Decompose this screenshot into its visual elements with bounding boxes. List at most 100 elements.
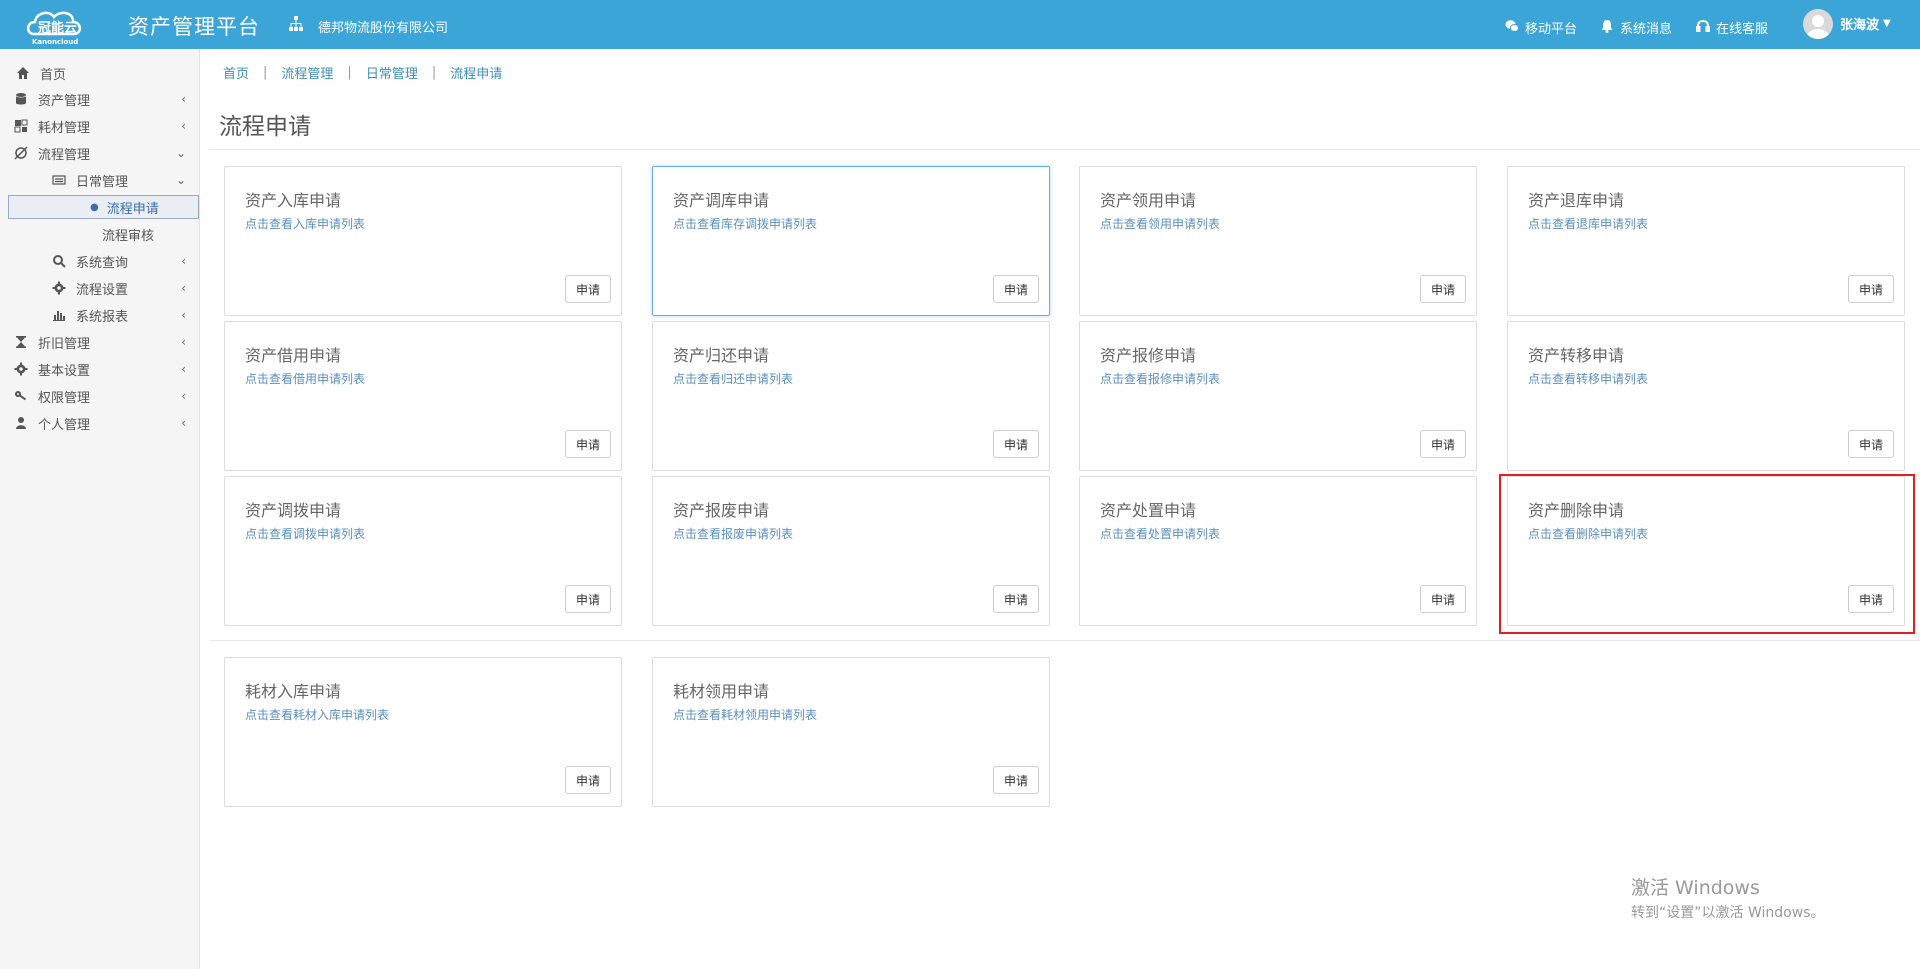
card-link[interactable]: 点击查看退库申请列表 bbox=[1528, 215, 1648, 232]
gear-icon bbox=[14, 362, 28, 376]
sidebar-item-process-management[interactable]: 流程管理 ⌄ bbox=[14, 141, 200, 165]
card-asset-return-to-stock[interactable]: 资产退库申请 点击查看退库申请列表 申请 bbox=[1507, 166, 1905, 316]
breadcrumb-process-application[interactable]: 流程申请 bbox=[450, 63, 502, 82]
card-consumable-requisition[interactable]: 耗材领用申请 点击查看耗材领用申请列表 申请 bbox=[652, 657, 1050, 807]
chevron-left-icon: ‹ bbox=[181, 254, 186, 268]
chevron-left-icon: ‹ bbox=[181, 362, 186, 376]
sidebar-item-process-settings[interactable]: 流程设置 ‹ bbox=[52, 276, 200, 300]
apply-button[interactable]: 申请 bbox=[993, 430, 1039, 458]
system-messages-label: 系统消息 bbox=[1620, 22, 1673, 37]
sidebar-item-system-reports[interactable]: 系统报表 ‹ bbox=[52, 303, 200, 327]
apply-button[interactable]: 申请 bbox=[565, 766, 611, 794]
card-consumable-inbound[interactable]: 耗材入库申请 点击查看耗材入库申请列表 申请 bbox=[224, 657, 622, 807]
card-asset-requisition[interactable]: 资产领用申请 点击查看领用申请列表 申请 bbox=[1079, 166, 1477, 316]
sidebar-item-daily-management[interactable]: 日常管理 ⌄ bbox=[52, 168, 200, 192]
apply-button[interactable]: 申请 bbox=[993, 275, 1039, 303]
card-asset-disposal[interactable]: 资产处置申请 点击查看处置申请列表 申请 bbox=[1079, 476, 1477, 626]
card-asset-return[interactable]: 资产归还申请 点击查看归还申请列表 申请 bbox=[652, 321, 1050, 471]
card-title: 资产转移申请 bbox=[1528, 346, 1625, 365]
sidebar-item-home[interactable]: 首页 bbox=[16, 61, 200, 85]
apply-button[interactable]: 申请 bbox=[565, 585, 611, 613]
top-header: 冠能云 Kanoncloud 资产管理平台 德邦物流股份有限公司 移动平台 系统… bbox=[0, 0, 1920, 49]
card-title: 资产报废申请 bbox=[673, 501, 770, 520]
card-link[interactable]: 点击查看耗材领用申请列表 bbox=[673, 706, 817, 723]
database-icon bbox=[14, 92, 28, 106]
chevron-left-icon: ‹ bbox=[181, 119, 186, 133]
sidebar-item-asset-management[interactable]: 资产管理 ‹ bbox=[14, 87, 200, 111]
card-title: 资产处置申请 bbox=[1100, 501, 1197, 520]
apply-button[interactable]: 申请 bbox=[1848, 430, 1894, 458]
card-link[interactable]: 点击查看归还申请列表 bbox=[673, 370, 793, 387]
card-link[interactable]: 点击查看报修申请列表 bbox=[1100, 370, 1220, 387]
card-link[interactable]: 点击查看调拨申请列表 bbox=[245, 525, 365, 542]
chevron-left-icon: ‹ bbox=[181, 308, 186, 322]
sidebar-item-basic-settings[interactable]: 基本设置 ‹ bbox=[14, 357, 200, 381]
card-title: 资产退库申请 bbox=[1528, 191, 1625, 210]
mobile-platform-label: 移动平台 bbox=[1525, 22, 1578, 37]
sidebar-item-process-review[interactable]: 流程审核 bbox=[102, 222, 200, 246]
card-link[interactable]: 点击查看处置申请列表 bbox=[1100, 525, 1220, 542]
sidebar-item-system-query[interactable]: 系统查询 ‹ bbox=[52, 249, 200, 273]
apply-button[interactable]: 申请 bbox=[1848, 275, 1894, 303]
sidebar-item-depreciation-management[interactable]: 折旧管理 ‹ bbox=[14, 330, 200, 354]
card-link[interactable]: 点击查看入库申请列表 bbox=[245, 215, 365, 232]
card-title: 资产入库申请 bbox=[245, 191, 342, 210]
app-title: 资产管理平台 bbox=[128, 15, 260, 39]
avatar[interactable] bbox=[1803, 9, 1833, 39]
gear-icon bbox=[52, 281, 66, 295]
card-link[interactable]: 点击查看报废申请列表 bbox=[673, 525, 793, 542]
breadcrumb-home[interactable]: 首页 bbox=[223, 63, 249, 82]
sidebar-item-label: 系统查询 bbox=[76, 255, 129, 271]
apply-button[interactable]: 申请 bbox=[1420, 585, 1466, 613]
sidebar-item-label: 流程设置 bbox=[76, 282, 129, 298]
card-asset-stock-transfer[interactable]: 资产调库申请 点击查看库存调拨申请列表 申请 bbox=[652, 166, 1050, 316]
online-support-link[interactable]: 在线客服 bbox=[1696, 18, 1768, 37]
system-messages-link[interactable]: 系统消息 bbox=[1600, 18, 1672, 37]
sidebar: 首页 资产管理 ‹ 耗材管理 ‹ 流程管理 ⌄ 日常管理 ⌄ ● 流程申请 流程… bbox=[0, 49, 200, 969]
sidebar-item-label: 日常管理 bbox=[76, 174, 129, 190]
org-tree-icon bbox=[288, 16, 304, 32]
card-link[interactable]: 点击查看领用申请列表 bbox=[1100, 215, 1220, 232]
kanoncloud-logo[interactable]: 冠能云 Kanoncloud bbox=[24, 4, 106, 46]
sidebar-item-label: 首页 bbox=[40, 67, 67, 83]
apply-button[interactable]: 申请 bbox=[1420, 430, 1466, 458]
sidebar-item-label: 资产管理 bbox=[38, 93, 91, 109]
sidebar-item-consumables-management[interactable]: 耗材管理 ‹ bbox=[14, 114, 200, 138]
chevron-left-icon: ‹ bbox=[181, 389, 186, 403]
sidebar-item-personal-management[interactable]: 个人管理 ‹ bbox=[14, 411, 200, 435]
breadcrumb-daily-management[interactable]: 日常管理 bbox=[366, 63, 418, 82]
chevron-left-icon: ‹ bbox=[181, 92, 186, 106]
wechat-icon bbox=[1505, 19, 1520, 37]
chevron-left-icon: ‹ bbox=[181, 335, 186, 349]
card-link[interactable]: 点击查看库存调拨申请列表 bbox=[673, 215, 817, 232]
card-link[interactable]: 点击查看转移申请列表 bbox=[1528, 370, 1648, 387]
sidebar-item-label: 系统报表 bbox=[76, 309, 129, 325]
apply-button[interactable]: 申请 bbox=[993, 766, 1039, 794]
bullet-icon: ● bbox=[90, 201, 99, 213]
card-asset-transfer[interactable]: 资产转移申请 点击查看转移申请列表 申请 bbox=[1507, 321, 1905, 471]
card-asset-allocation[interactable]: 资产调拨申请 点击查看调拨申请列表 申请 bbox=[224, 476, 622, 626]
org-name[interactable]: 德邦物流股份有限公司 bbox=[318, 17, 448, 36]
grid-icon bbox=[14, 119, 28, 133]
breadcrumb-process-management[interactable]: 流程管理 bbox=[281, 63, 333, 82]
sidebar-item-label: 流程审核 bbox=[102, 228, 155, 244]
card-link[interactable]: 点击查看借用申请列表 bbox=[245, 370, 365, 387]
card-asset-scrap[interactable]: 资产报废申请 点击查看报废申请列表 申请 bbox=[652, 476, 1050, 626]
sidebar-item-process-application[interactable]: ● 流程申请 bbox=[90, 195, 198, 219]
card-asset-repair[interactable]: 资产报修申请 点击查看报修申请列表 申请 bbox=[1079, 321, 1477, 471]
card-asset-inbound[interactable]: 资产入库申请 点击查看入库申请列表 申请 bbox=[224, 166, 622, 316]
apply-button[interactable]: 申请 bbox=[1420, 275, 1466, 303]
card-link[interactable]: 点击查看耗材入库申请列表 bbox=[245, 706, 389, 723]
sidebar-item-permission-management[interactable]: 权限管理 ‹ bbox=[14, 384, 200, 408]
card-asset-borrow[interactable]: 资产借用申请 点击查看借用申请列表 申请 bbox=[224, 321, 622, 471]
headset-icon bbox=[1696, 19, 1710, 37]
apply-button[interactable]: 申请 bbox=[565, 275, 611, 303]
user-menu[interactable]: 张海波 ▼ bbox=[1840, 14, 1891, 33]
apply-button[interactable]: 申请 bbox=[565, 430, 611, 458]
apply-button[interactable]: 申请 bbox=[993, 585, 1039, 613]
card-title: 耗材领用申请 bbox=[673, 682, 770, 701]
sidebar-item-label: 折旧管理 bbox=[38, 336, 91, 352]
mobile-platform-link[interactable]: 移动平台 bbox=[1505, 18, 1577, 37]
bell-icon bbox=[1600, 19, 1614, 37]
section-divider bbox=[210, 640, 1920, 641]
